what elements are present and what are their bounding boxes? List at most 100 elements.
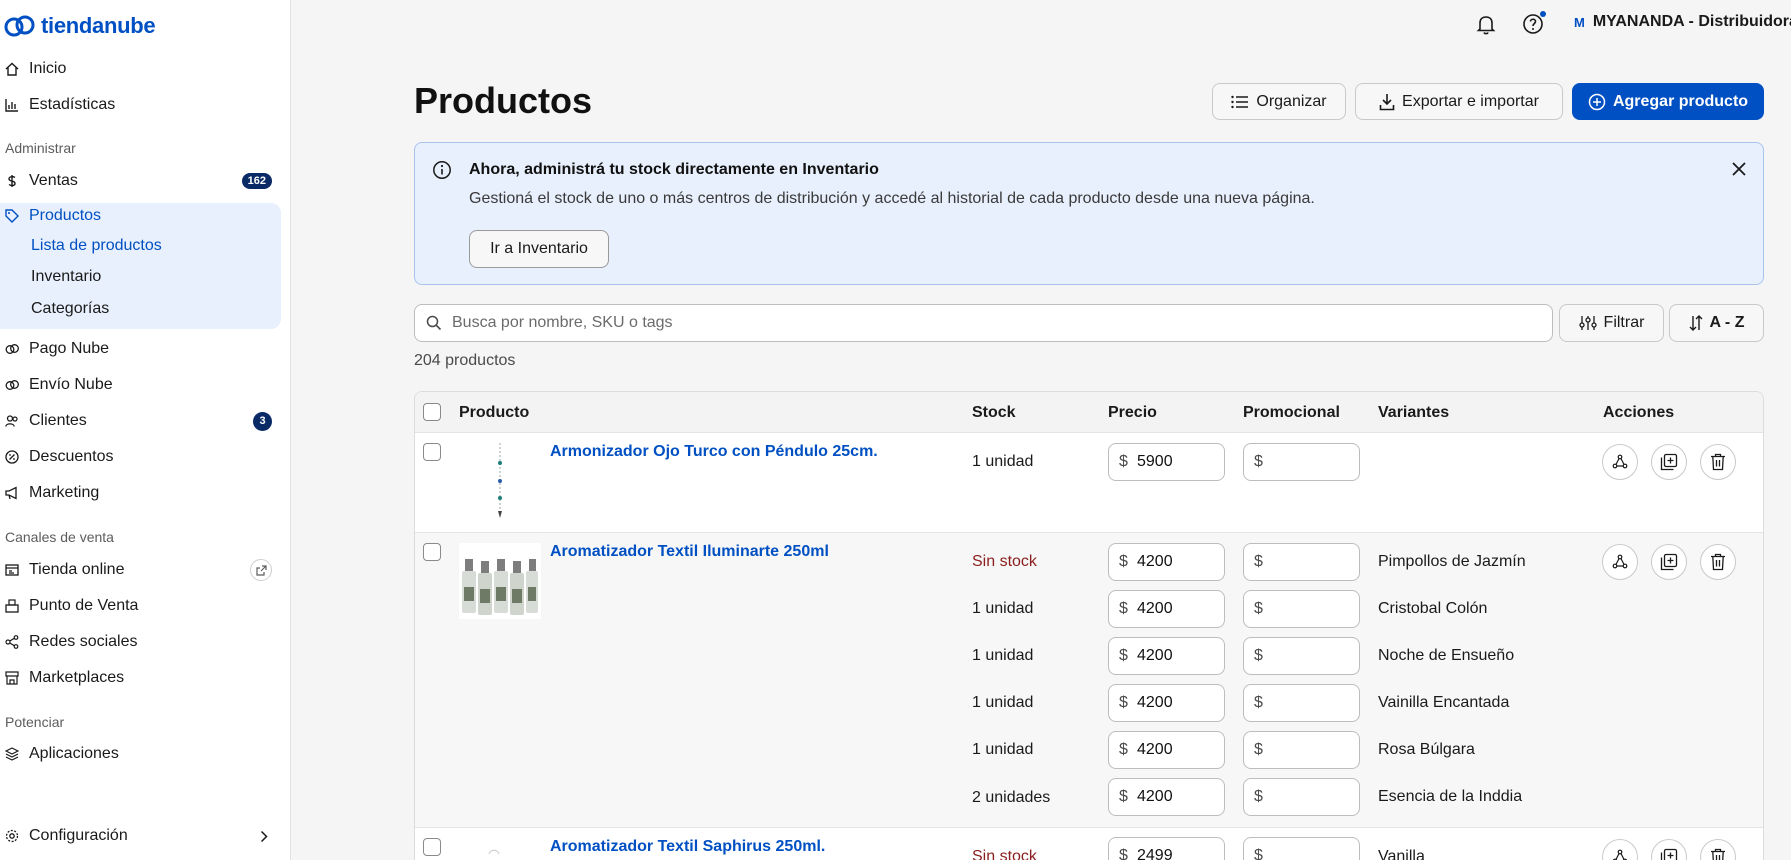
help-notification-dot	[1540, 11, 1546, 17]
currency-symbol: $	[1254, 553, 1263, 570]
promo-price-input[interactable]: $	[1243, 778, 1360, 816]
export-import-button[interactable]: Exportar e importar	[1355, 83, 1563, 120]
sidebar-item-label: Productos	[29, 207, 102, 224]
share-product-button[interactable]	[1602, 544, 1638, 580]
trash-icon	[1711, 848, 1725, 860]
currency-symbol: $	[1254, 847, 1263, 860]
sidebar-item-descuentos[interactable]: Descuentos	[0, 442, 282, 472]
product-name-link[interactable]: Aromatizador Textil Saphirus 250ml.	[550, 838, 825, 856]
section-title-potenciar: Potenciar	[5, 714, 65, 730]
sidebar-subitem-inventario[interactable]: Inventario	[31, 268, 101, 286]
apps-icon	[5, 747, 19, 761]
price-input[interactable]: $4200	[1108, 637, 1225, 675]
sidebar-item-label: Descuentos	[29, 448, 114, 465]
select-all-checkbox[interactable]	[423, 403, 441, 421]
price-input[interactable]: $5900	[1108, 443, 1225, 481]
sidebar-item-inicio[interactable]: Inicio	[0, 54, 282, 84]
sidebar-item-aplicaciones[interactable]: Aplicaciones	[0, 739, 282, 769]
sidebar-item-label: Inicio	[29, 60, 67, 77]
sort-button[interactable]: A - Z	[1669, 304, 1764, 342]
plus-circle-icon	[1588, 93, 1606, 110]
sliders-icon	[1578, 316, 1597, 330]
download-icon	[1379, 93, 1395, 110]
price-input[interactable]: $4200	[1108, 731, 1225, 769]
clientes-badge: 3	[253, 411, 272, 431]
organize-button[interactable]: Organizar	[1212, 83, 1346, 120]
stock-value: 1 unidad	[972, 694, 1034, 711]
price-input[interactable]: $4200	[1108, 590, 1225, 628]
product-name-link[interactable]: Aromatizador Textil Iluminarte 250ml	[550, 543, 829, 561]
go-to-inventory-button[interactable]: Ir a Inventario	[469, 230, 609, 268]
price-input[interactable]: $2499	[1108, 837, 1225, 860]
price-input[interactable]: $4200	[1108, 543, 1225, 581]
row-checkbox[interactable]	[423, 543, 441, 561]
sidebar-item-envio-nube[interactable]: Envío Nube	[0, 370, 282, 400]
price-value: 4200	[1137, 600, 1173, 617]
section-title-canales: Canales de venta	[5, 529, 114, 545]
promo-price-input[interactable]: $	[1243, 684, 1360, 722]
bell-icon	[1476, 16, 1496, 35]
promo-price-input[interactable]: $	[1243, 731, 1360, 769]
close-icon[interactable]	[1731, 161, 1747, 177]
sidebar-item-marketplaces[interactable]: Marketplaces	[0, 663, 282, 693]
duplicate-icon	[1660, 553, 1678, 571]
filter-button[interactable]: Filtrar	[1559, 304, 1664, 342]
account-menu[interactable]: M MYANANDA - Distribuidora	[1574, 13, 1791, 31]
row-checkbox[interactable]	[423, 443, 441, 461]
variant-name: Pimpollos de Jazmín	[1378, 553, 1526, 570]
variant-name: Esencia de la Inddia	[1378, 788, 1523, 805]
variant-name: Vanilla	[1378, 848, 1425, 860]
promo-price-input[interactable]: $	[1243, 590, 1360, 628]
sidebar-subitem-lista-de-productos[interactable]: Lista de productos	[31, 237, 162, 255]
header-variantes: Variantes	[1378, 404, 1450, 421]
share-icon	[1612, 849, 1628, 860]
section-title-administrar: Administrar	[5, 140, 76, 156]
sidebar-item-clientes[interactable]: Clientes 3	[0, 406, 282, 436]
price-input[interactable]: $4200	[1108, 684, 1225, 722]
notifications-button[interactable]	[1474, 12, 1498, 36]
share-product-button[interactable]	[1602, 444, 1638, 480]
sidebar-item-productos[interactable]: Productos	[0, 201, 282, 231]
sidebar-item-configuracion[interactable]: Configuración	[0, 821, 282, 851]
sort-label: A - Z	[1709, 314, 1745, 331]
organize-label: Organizar	[1256, 92, 1327, 110]
price-value: 2499	[1137, 847, 1173, 860]
promo-price-input[interactable]: $	[1243, 543, 1360, 581]
add-product-button[interactable]: Agregar producto	[1572, 83, 1764, 120]
row-checkbox[interactable]	[423, 838, 441, 856]
sidebar-item-redes-sociales[interactable]: Redes sociales	[0, 627, 282, 657]
price-input[interactable]: $4200	[1108, 778, 1225, 816]
product-thumbnail[interactable]	[487, 846, 501, 860]
price-value: 5900	[1137, 453, 1173, 470]
duplicate-product-button[interactable]	[1651, 544, 1687, 580]
promo-price-input[interactable]: $	[1243, 837, 1360, 860]
delete-product-button[interactable]	[1700, 444, 1736, 480]
duplicate-product-button[interactable]	[1651, 444, 1687, 480]
external-link-button[interactable]	[250, 559, 272, 581]
sidebar-item-tienda-online[interactable]: Tienda online	[0, 555, 282, 585]
sidebar-item-ventas[interactable]: Ventas 162	[0, 166, 282, 196]
sidebar-item-label: Marketplaces	[29, 669, 125, 686]
trash-icon	[1711, 553, 1725, 571]
product-thumbnail[interactable]	[459, 543, 541, 619]
sidebar-item-estadisticas[interactable]: Estadísticas	[0, 90, 282, 120]
tiendanube-logo[interactable]: tiendanube	[4, 13, 156, 39]
currency-symbol: $	[1254, 600, 1263, 617]
sort-icon	[1689, 315, 1703, 331]
sidebar-item-punto-de-venta[interactable]: Punto de Venta	[0, 591, 282, 621]
sidebar-item-label: Marketing	[29, 484, 100, 501]
sidebar-item-pago-nube[interactable]: Pago Nube	[0, 334, 282, 364]
sidebar-subitem-categorias[interactable]: Categorías	[31, 300, 109, 318]
stock-value: 1 unidad	[972, 600, 1034, 617]
promo-price-input[interactable]: $	[1243, 637, 1360, 675]
gear-icon	[5, 829, 19, 843]
promo-price-input[interactable]: $	[1243, 443, 1360, 481]
sidebar-item-marketing[interactable]: Marketing	[0, 478, 282, 508]
help-button[interactable]	[1521, 11, 1546, 36]
product-thumbnail[interactable]	[495, 443, 505, 519]
product-name-link[interactable]: Armonizador Ojo Turco con Péndulo 25cm.	[550, 443, 878, 461]
search-input[interactable]	[452, 314, 1532, 332]
currency-symbol: $	[1119, 647, 1128, 664]
delete-product-button[interactable]	[1700, 544, 1736, 580]
chevron-right-icon	[260, 830, 268, 842]
